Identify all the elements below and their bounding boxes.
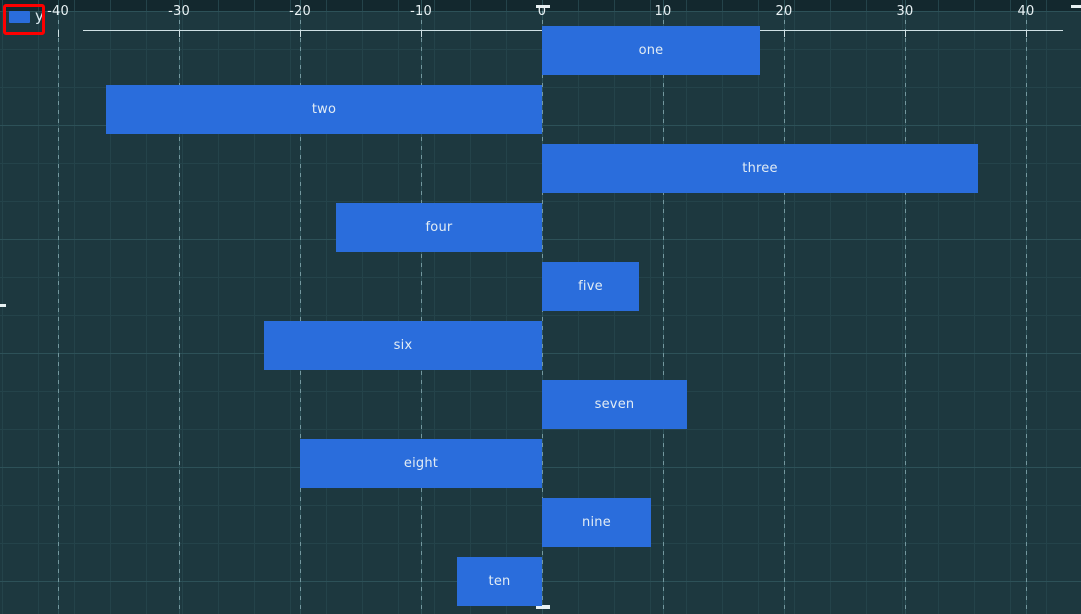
bar-six[interactable]: six — [264, 321, 542, 370]
bar-two[interactable]: two — [106, 85, 542, 134]
bar-label: seven — [594, 397, 635, 412]
bar-eight[interactable]: eight — [300, 439, 542, 488]
bar-label: one — [638, 43, 664, 58]
bar-ten[interactable]: ten — [457, 557, 542, 606]
bar-nine[interactable]: nine — [542, 498, 651, 547]
bar-label: nine — [582, 515, 611, 530]
bar-label: eight — [403, 456, 439, 471]
bar-chart-plot: -40 -30 -20 -10 0 10 20 30 40 one two three four fiv… — [0, 0, 1081, 614]
legend-entry-label: y — [35, 7, 44, 25]
legend-color-swatch — [9, 10, 30, 23]
bar-label: six — [393, 338, 413, 353]
bar-four[interactable]: four — [336, 203, 542, 252]
bar-label: ten — [488, 574, 511, 589]
bar-label: four — [425, 220, 453, 235]
bar-three[interactable]: three — [542, 144, 978, 193]
bar-label: five — [578, 279, 603, 294]
bar-one[interactable]: one — [542, 26, 760, 75]
bar-five[interactable]: five — [542, 262, 639, 311]
bar-label: two — [311, 102, 337, 117]
bar-seven[interactable]: seven — [542, 380, 687, 429]
chart-legend[interactable]: y — [9, 9, 44, 24]
bar-series-y[interactable]: one two three four five six seven eight nine ten — [0, 0, 1081, 614]
bar-label: three — [742, 161, 778, 176]
